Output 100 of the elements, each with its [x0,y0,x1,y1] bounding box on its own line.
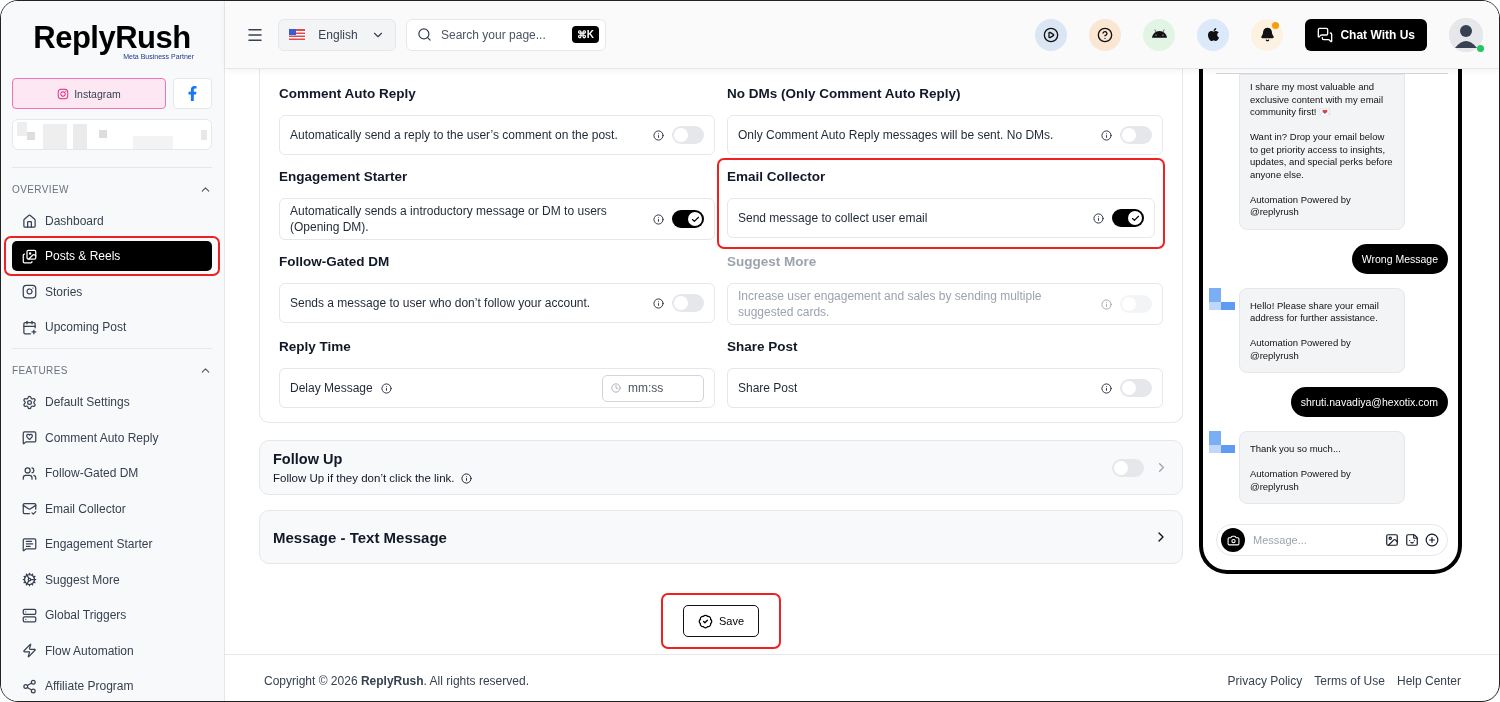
search-icon [417,27,432,42]
setting-description: Sends a message to user who don’t follow your account. [290,295,592,311]
chat-button[interactable]: Chat With Us [1305,18,1427,51]
camera-icon [1226,533,1240,547]
panel-description: Follow Up if they don’t click the link. [273,472,455,484]
nav-item[interactable]: Flow Automation [12,635,212,666]
instagram-tab[interactable]: Instagram [12,78,166,109]
chat-icon [1317,26,1334,43]
info-icon [653,213,664,225]
setting-title: Share Post [727,338,799,356]
toggle-switch[interactable] [1120,379,1152,397]
search-bar[interactable]: Search your page... ⌘K [406,18,606,51]
sticker-icon[interactable] [1405,533,1419,547]
chat-bubble-icon [22,430,37,445]
setting-title: Comment Auto Reply [279,85,417,103]
toggle-switch[interactable] [672,294,704,312]
sent-message: shruti.navadiya@hexotix.com [1290,387,1448,417]
search-field[interactable]: Search your page... [439,26,565,43]
facebook-icon [185,86,200,101]
info-icon [1101,129,1112,141]
nav-item[interactable]: Email Collector [12,493,212,524]
apple-icon [1205,27,1221,42]
setting-title: Engagement Starter [279,168,409,186]
nav-item[interactable]: Posts & Reels [12,241,212,271]
toggle-switch[interactable] [1120,126,1152,144]
android-button[interactable] [1143,18,1176,51]
bell-icon [1259,27,1275,42]
setting-description: Automatically send a reply to the user’s comment on the post. [290,127,619,143]
nav-item[interactable]: Affiliate Program [12,671,212,701]
sent-message: Wrong Message [1351,243,1448,274]
toggle-switch[interactable] [672,210,704,228]
setting-title: Reply Time [279,338,352,356]
instagram-icon [57,87,70,100]
info-icon [1101,382,1112,394]
received-message: Thank you so much... Automation Powered by @replyrush [1239,431,1405,504]
setting-title: Follow-Gated DM [279,253,391,271]
info-icon [1101,298,1112,310]
footer-link[interactable]: Help Center [1396,674,1461,688]
section-title: OVERVIEW [12,184,69,195]
home-icon [22,213,37,229]
toggle-switch[interactable] [1112,209,1144,227]
setting-title: Suggest More [727,253,818,271]
facebook-tab[interactable] [173,78,212,109]
check-icon [1130,213,1140,223]
panel-title: Message - Text Message [273,528,448,546]
notification-button[interactable] [1251,18,1284,51]
time-field-box[interactable]: mm:ss [602,374,704,402]
help-button[interactable] [1089,18,1122,51]
footer-link[interactable]: Privacy Policy [1227,674,1303,688]
nav-item[interactable]: Stories [12,276,212,307]
list-icon [22,607,37,623]
setting-description: Automatically sends a introductory message or DM to users (Opening DM). [290,203,608,235]
shortcut-key: ⌘K [571,26,599,43]
message-panel[interactable]: Message - Text Message [259,510,1183,564]
nav-item[interactable]: Follow-Gated DM [12,458,212,488]
footer-link[interactable]: Terms of Use [1314,674,1385,688]
nav-item[interactable]: Default Settings [12,387,212,417]
panel-title: Follow Up [273,451,344,467]
logo: ReplyRush [33,21,191,55]
nav-item[interactable]: Dashboard [12,206,212,236]
language-select[interactable]: English [278,18,396,51]
plus-icon[interactable] [1425,533,1439,547]
settings-icon [22,394,37,410]
info-icon [653,297,664,309]
received-message: I share my most valuable and exclusive content with my email community first! 💌 Want in? Drop your email below to get priority access to insights, updates, and special perks before anyone else. Automation Powered by @replyrush [1239,74,1405,230]
share-icon [22,678,37,694]
copyright-text: Copyright © 2026 ReplyRush. All rights reserved. [264,674,529,688]
info-icon [460,472,472,484]
section-title: FEATURES [12,365,68,376]
nav-item[interactable]: Global Triggers [12,600,212,630]
check-icon [690,214,700,224]
camera-button[interactable] [1221,528,1245,552]
setting-description: Delay Message [290,381,373,395]
help-icon [1097,26,1114,43]
nav-item[interactable]: Comment Auto Reply [12,422,212,453]
play-button[interactable] [1035,18,1068,51]
toggle-switch[interactable] [672,126,704,144]
flag-icon [289,29,305,40]
nav-item[interactable]: Upcoming Post [12,312,212,342]
apple-button[interactable] [1197,18,1230,51]
setting-description: Send message to collect user email [738,210,929,226]
info-icon [1093,212,1104,224]
save-button[interactable]: Save [682,605,760,637]
cog-icon [22,572,37,587]
info-icon [653,129,664,141]
received-message: Hello! Please share your email address for further assistance. Automation Powered by @replyrush [1239,287,1405,373]
calendar-icon [22,319,37,335]
lightning-icon [22,643,37,658]
image-icon[interactable] [1385,533,1399,547]
setting-description: Increase user engagement and sales by sending multiple suggested cards. [738,288,1043,320]
nav-item[interactable]: Suggest More [12,564,212,595]
check-badge-icon [697,613,713,629]
setting-description: Only Comment Auto Reply messages will be sent. No DMs. [738,127,1055,143]
users-icon [22,465,37,481]
message-icon [22,536,37,552]
toggle-switch[interactable] [1112,458,1144,477]
mail-icon [22,501,37,516]
instagram-icon [22,284,37,299]
setting-description: Share Post [738,380,799,396]
nav-item[interactable]: Engagement Starter [12,529,212,559]
